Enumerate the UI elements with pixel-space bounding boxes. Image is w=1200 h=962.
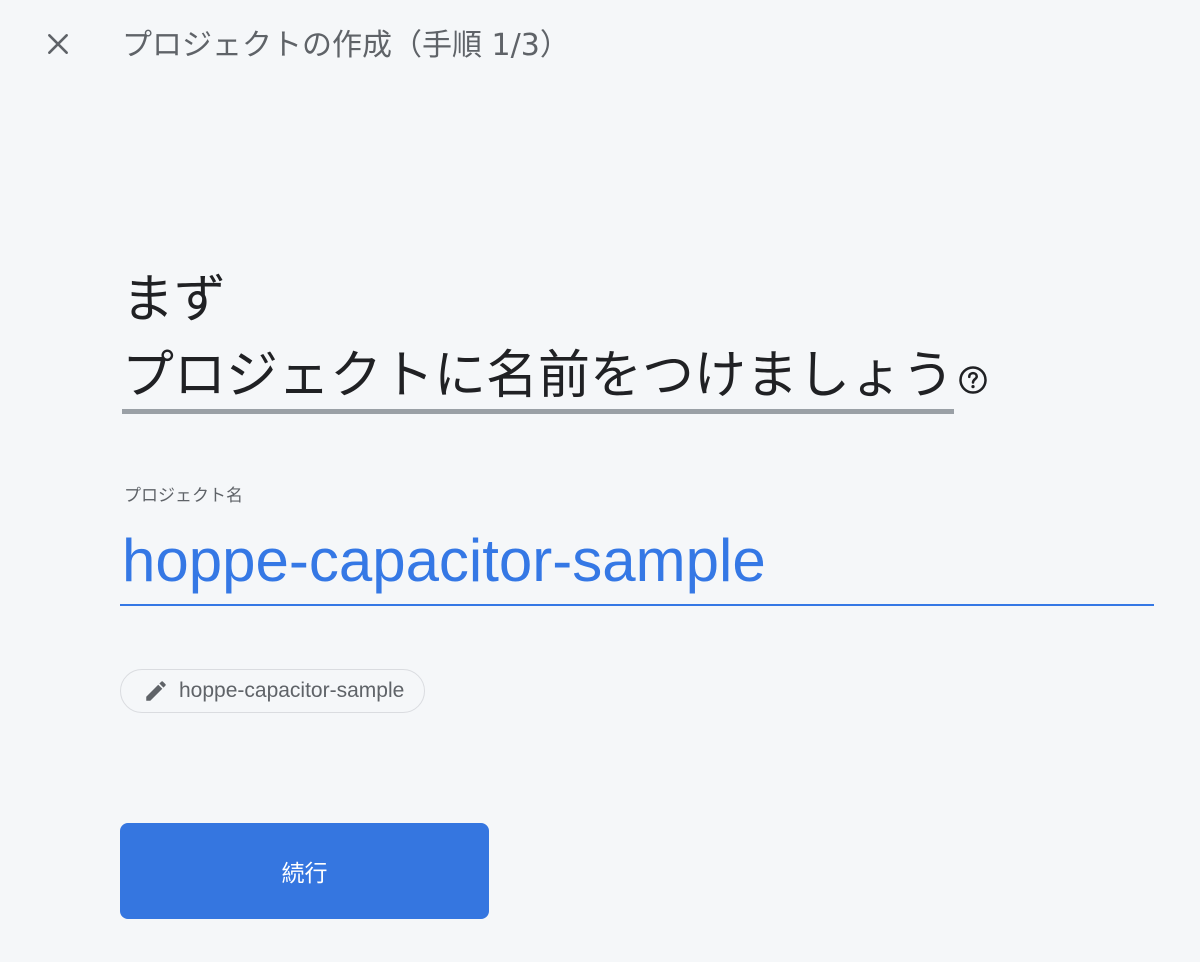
dialog-title: プロジェクトの作成（手順 1/3）: [122, 28, 570, 63]
close-button[interactable]: [36, 24, 80, 68]
help-icon[interactable]: [958, 340, 988, 394]
close-icon: [45, 31, 71, 61]
project-name-input[interactable]: [120, 516, 1154, 606]
page-heading: まず プロジェクトに名前をつけましょう: [122, 262, 988, 414]
heading-line-1: まず: [122, 270, 227, 330]
continue-button[interactable]: 続行: [120, 823, 489, 919]
project-id-text: hoppe-capacitor-sample: [179, 679, 405, 702]
heading-line-2: プロジェクトに名前をつけましょう: [122, 338, 988, 414]
create-project-page: プロジェクトの作成（手順 1/3） まず プロジェクトに名前をつけましょう プロ…: [0, 0, 1200, 962]
project-id-chip[interactable]: hoppe-capacitor-sample: [120, 669, 426, 713]
project-name-label: プロジェクト名: [124, 486, 243, 506]
pencil-icon: [143, 678, 169, 704]
heading-line-2-text: プロジェクトに名前をつけましょう: [122, 343, 955, 414]
